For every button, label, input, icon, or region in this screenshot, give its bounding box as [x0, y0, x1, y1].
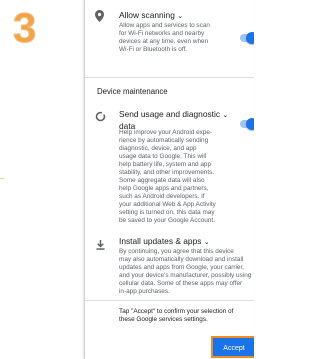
- usage-diagnostic-title: Send usage and diagnostic ⌄ data: [119, 109, 228, 131]
- allow-scanning-toggle[interactable]: [240, 32, 254, 44]
- location-pin-icon: [95, 9, 104, 27]
- download-icon: [96, 237, 105, 255]
- sync-icon: [95, 109, 106, 127]
- section-divider: [85, 300, 254, 301]
- step-number-graphic: 3: [13, 4, 37, 52]
- chevron-down-icon[interactable]: ⌄: [177, 13, 183, 20]
- usage-diagnostic-label-line1: Send usage and diagnostic: [119, 109, 221, 119]
- allow-scanning-title: Allow scanning ⌄: [119, 10, 183, 22]
- step-number-text: 3: [13, 4, 36, 48]
- chevron-down-icon[interactable]: ⌄: [222, 112, 228, 119]
- install-updates-label: Install updates & apps: [119, 236, 202, 246]
- toggle-knob: [246, 118, 254, 130]
- chevron-down-icon[interactable]: ⌄: [204, 239, 210, 246]
- page-marker: –: [0, 174, 5, 183]
- section-divider: [85, 77, 254, 78]
- install-updates-title: Install updates & apps ⌄: [119, 236, 210, 248]
- device-maintenance-header: Device maintenance: [97, 87, 168, 96]
- accept-button[interactable]: Accept: [211, 336, 254, 358]
- google-services-screen: Allow scanning ⌄ Allow apps and services…: [84, 0, 254, 359]
- install-updates-description: By continuing, you agree that this devic…: [119, 248, 252, 295]
- allow-scanning-label: Allow scanning: [119, 10, 175, 20]
- step-number-3: 3: [12, 4, 42, 52]
- toggle-knob: [246, 32, 254, 44]
- usage-diagnostic-toggle[interactable]: [240, 118, 254, 130]
- accept-confirmation-text: Tap "Accept" to confirm your selection o…: [119, 308, 234, 323]
- usage-diagnostic-description: Help improve your Android expe- rience b…: [119, 129, 216, 224]
- allow-scanning-description: Allow apps and services to scan for Wi-F…: [119, 22, 210, 53]
